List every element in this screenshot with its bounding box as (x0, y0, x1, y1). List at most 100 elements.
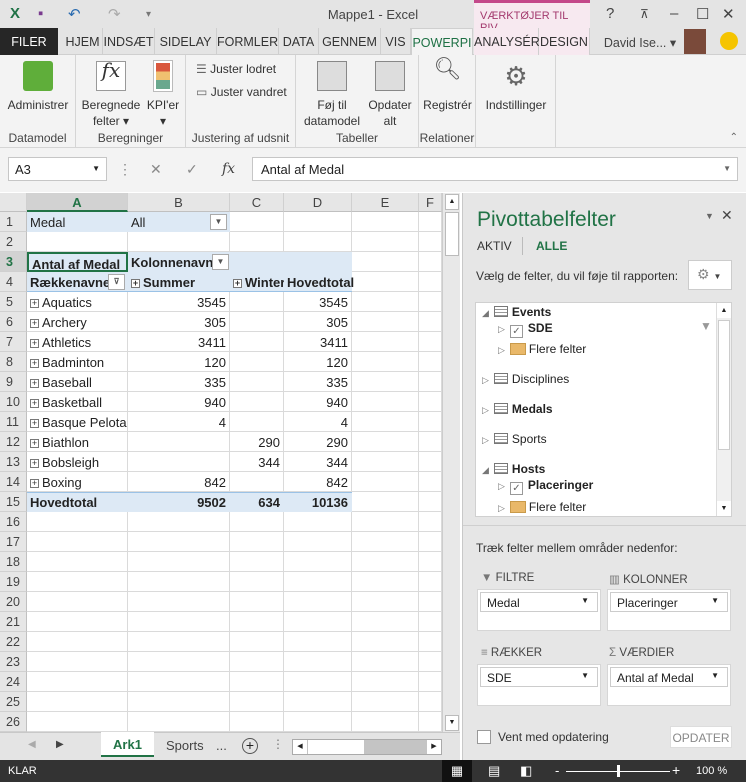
cell[interactable] (352, 592, 419, 612)
column-labels-cell[interactable]: Kolonnenavne ▼ (128, 252, 352, 272)
field-list[interactable]: ◢ Events ▷ ✓ SDE ▼ ▷ Flere felter ▷ Disciplin… (475, 302, 732, 517)
rows-area[interactable]: SDE ▼ (477, 664, 601, 706)
help-icon[interactable]: ? (606, 5, 614, 22)
cell[interactable] (230, 232, 284, 252)
cell[interactable] (284, 532, 352, 552)
cell[interactable] (128, 512, 230, 532)
page-layout-view-icon[interactable]: ▤ (488, 763, 500, 779)
cell[interactable] (352, 532, 419, 552)
row-header[interactable]: 11 (0, 412, 27, 432)
row-label-cell[interactable]: + Archery (27, 312, 128, 332)
refresh-all-button[interactable]: Opdater alt (366, 61, 414, 129)
enter-icon[interactable]: ✓ (186, 161, 198, 178)
grand-total-label[interactable]: Hovedtotal (27, 492, 128, 512)
zoom-in-icon[interactable]: + (672, 762, 680, 778)
row-header[interactable]: 22 (0, 632, 27, 652)
cell[interactable] (284, 232, 352, 252)
cell[interactable] (419, 332, 442, 352)
row-labels-cell[interactable]: Rækkenavne ⊽ (27, 272, 128, 292)
tab-gennem[interactable]: GENNEM (319, 28, 381, 55)
row-header[interactable]: 25 (0, 692, 27, 712)
total-value-cell[interactable]: 940 (284, 392, 352, 412)
scroll-thumb[interactable] (445, 212, 459, 256)
cell[interactable] (352, 452, 419, 472)
select-all-corner[interactable] (0, 193, 27, 212)
cell[interactable] (352, 472, 419, 492)
vertical-scrollbar[interactable]: ▲ ▼ (442, 193, 460, 732)
administrer-button[interactable]: Administrer (4, 61, 72, 113)
cell[interactable] (284, 612, 352, 632)
row-header[interactable]: 10 (0, 392, 27, 412)
user-account[interactable]: David Ise... ▾ (600, 28, 680, 55)
cell[interactable] (419, 492, 442, 512)
cell[interactable] (419, 432, 442, 452)
summer-value-cell[interactable] (128, 432, 230, 452)
winter-value-cell[interactable] (230, 372, 284, 392)
winter-value-cell[interactable] (230, 392, 284, 412)
cell[interactable] (128, 552, 230, 572)
split-handle-icon[interactable]: ⋮ (272, 737, 284, 751)
row-chip-sde[interactable]: SDE ▼ (480, 667, 598, 687)
kpi-button[interactable]: KPI'er ▾ (144, 60, 182, 129)
pane-options-icon[interactable]: ▼ (705, 211, 714, 221)
cell[interactable] (352, 692, 419, 712)
tab-indsaet[interactable]: INDSÆT (103, 28, 155, 55)
filter-value-cell[interactable]: All ▼ (128, 212, 230, 232)
cell[interactable] (128, 712, 230, 732)
field-placeringer[interactable]: ▷ ✓ Placeringer (498, 478, 593, 495)
column-header-E[interactable]: E (352, 193, 419, 212)
field-table-events[interactable]: ◢ Events (482, 305, 551, 319)
cell[interactable] (128, 532, 230, 552)
cell[interactable] (230, 552, 284, 572)
cell[interactable] (352, 252, 419, 272)
total-value-cell[interactable]: 305 (284, 312, 352, 332)
cell[interactable] (352, 572, 419, 592)
cell[interactable] (230, 532, 284, 552)
values-area[interactable]: Antal af Medal ▼ (607, 664, 731, 706)
cell[interactable] (419, 472, 442, 492)
grand-total-all[interactable]: 10136 (284, 492, 352, 512)
row-header[interactable]: 2 (0, 232, 27, 252)
cell[interactable] (352, 352, 419, 372)
column-header-F[interactable]: F (419, 193, 442, 212)
cell[interactable] (419, 652, 442, 672)
row-header[interactable]: 7 (0, 332, 27, 352)
normal-view-icon[interactable]: ▦ (442, 760, 472, 782)
cell[interactable] (284, 692, 352, 712)
expand-icon[interactable]: + (30, 359, 39, 368)
update-button[interactable]: OPDATER (670, 726, 732, 748)
column-header-D[interactable]: D (284, 193, 352, 212)
row-header[interactable]: 5 (0, 292, 27, 312)
row-label-cell[interactable]: + Boxing (27, 472, 128, 492)
sheet-tab-ark1[interactable]: Ark1 (101, 732, 154, 757)
zoom-level[interactable]: 100 % (696, 765, 727, 777)
cell[interactable] (352, 232, 419, 252)
filter-label-cell[interactable]: Medal (27, 212, 128, 232)
tab-vis[interactable]: VIS (381, 28, 411, 55)
pane-close-icon[interactable]: ✕ (721, 207, 733, 224)
row-labels-filter-icon[interactable]: ⊽ (108, 274, 125, 290)
cell[interactable] (27, 672, 128, 692)
collapse-ribbon-icon[interactable]: ⌃ (730, 132, 738, 143)
tab-analyser[interactable]: ANALYSÉR (474, 28, 540, 55)
maximize-icon[interactable]: ☐ (696, 5, 709, 23)
cell[interactable] (284, 552, 352, 572)
row-header[interactable]: 24 (0, 672, 27, 692)
cell[interactable] (352, 612, 419, 632)
row-header[interactable]: 15 (0, 492, 27, 512)
winter-value-cell[interactable]: 344 (230, 452, 284, 472)
summer-value-cell[interactable] (128, 452, 230, 472)
more-sheets[interactable]: ... (216, 738, 227, 753)
winter-value-cell[interactable] (230, 332, 284, 352)
cell[interactable] (128, 672, 230, 692)
field-table-sports[interactable]: ▷ Sports (482, 432, 547, 446)
ribbon-display-icon[interactable]: ⊼ (640, 7, 649, 21)
cell[interactable] (27, 572, 128, 592)
column-chip-placeringer[interactable]: Placeringer ▼ (610, 592, 728, 612)
filters-area[interactable]: Medal ▼ (477, 589, 601, 631)
minimize-icon[interactable]: – (670, 5, 678, 22)
cell[interactable] (128, 232, 230, 252)
row-header[interactable]: 19 (0, 572, 27, 592)
cell[interactable] (419, 532, 442, 552)
add-sheet-icon[interactable]: + (242, 738, 258, 754)
